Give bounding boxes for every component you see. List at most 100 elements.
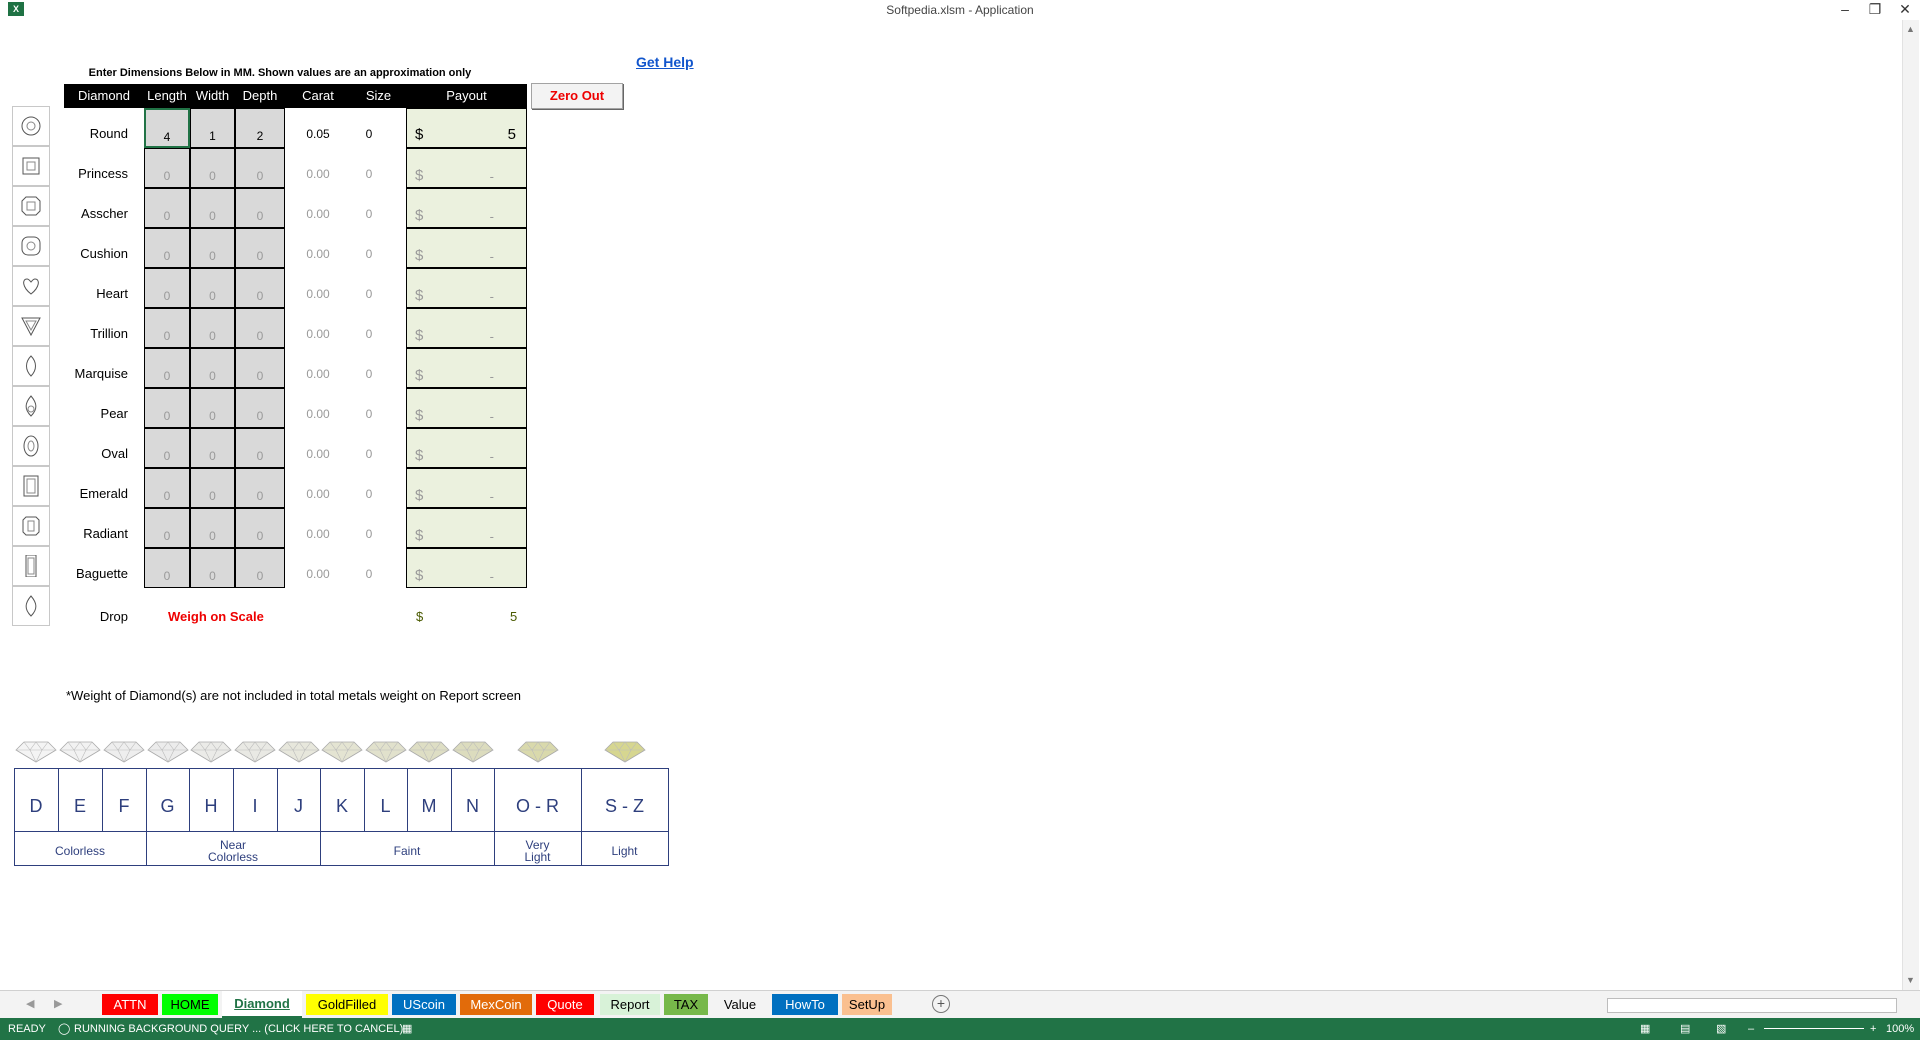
sheet-tab-attn[interactable]: ATTN [102, 994, 158, 1015]
heart-shape-icon[interactable] [12, 266, 50, 306]
depth-input[interactable]: 2 [235, 108, 285, 148]
get-help-link[interactable]: Get Help [636, 54, 694, 70]
oval-shape-icon[interactable] [12, 426, 50, 466]
payout-dollar-sign: $ [415, 247, 424, 264]
width-input[interactable]: 0 [190, 388, 235, 428]
length-input[interactable]: 0 [144, 348, 190, 388]
width-input[interactable]: 0 [190, 308, 235, 348]
zoom-slider[interactable] [1764, 1028, 1864, 1029]
trillion-shape-icon[interactable] [12, 306, 50, 346]
horizontal-scrollbar[interactable] [1607, 998, 1897, 1013]
zero-out-button[interactable]: Zero Out [531, 83, 623, 109]
baguette-shape-icon[interactable] [12, 546, 50, 586]
payout-value: - [489, 289, 494, 304]
diamond-gem-icon [364, 741, 407, 763]
depth-input[interactable]: 0 [235, 428, 285, 468]
length-input[interactable]: 0 [144, 268, 190, 308]
diamond-name: Marquise [74, 366, 128, 381]
sheet-tab-howto[interactable]: HowTo [772, 994, 838, 1015]
depth-input[interactable]: 0 [235, 188, 285, 228]
width-input[interactable]: 1 [190, 108, 235, 148]
minimize-button[interactable]: – [1832, 0, 1858, 20]
diamond-gem-icon [234, 741, 276, 763]
payout-dollar-sign: $ [415, 126, 424, 143]
length-input[interactable]: 0 [144, 228, 190, 268]
width-input[interactable]: 0 [190, 188, 235, 228]
close-button[interactable]: ✕ [1892, 0, 1918, 20]
width-input[interactable]: 0 [190, 268, 235, 308]
drop-shape-icon[interactable] [12, 586, 50, 626]
payout-dollar-sign: $ [415, 167, 424, 184]
next-sheet-icon[interactable]: ▶ [54, 997, 62, 1010]
carat-value: 0.00 [306, 487, 330, 501]
grade-category-label: Light [581, 845, 668, 857]
sheet-tab-goldfilled[interactable]: GoldFilled [306, 994, 388, 1015]
round-shape-icon[interactable] [12, 106, 50, 146]
cushion-shape-icon[interactable] [12, 226, 50, 266]
marquise-shape-icon[interactable] [12, 346, 50, 386]
asscher-shape-icon[interactable] [12, 186, 50, 226]
restore-button[interactable]: ❐ [1862, 0, 1888, 20]
length-input[interactable]: 0 [144, 508, 190, 548]
length-input[interactable]: 0 [144, 468, 190, 508]
grade-category-label: Very Light [494, 839, 581, 863]
princess-shape-icon[interactable] [12, 146, 50, 186]
length-input[interactable]: 0 [144, 188, 190, 228]
sheet-tab-tax[interactable]: TAX [664, 994, 708, 1015]
macro-record-icon[interactable]: ▦ [402, 1018, 412, 1040]
add-sheet-icon[interactable]: + [932, 995, 950, 1013]
background-query-status[interactable]: RUNNING BACKGROUND QUERY ... (CLICK HERE… [74, 1018, 403, 1040]
length-input[interactable]: 4 [144, 108, 190, 148]
length-input[interactable]: 0 [144, 428, 190, 468]
payout-dollar-sign: $ [415, 447, 424, 464]
page-layout-icon[interactable]: ▤ [1680, 1018, 1690, 1040]
emerald-shape-icon[interactable] [12, 466, 50, 506]
header-diamond: Diamond [64, 84, 144, 108]
depth-input[interactable]: 0 [235, 228, 285, 268]
depth-input[interactable]: 0 [235, 308, 285, 348]
depth-input[interactable]: 0 [235, 268, 285, 308]
vertical-scrollbar[interactable]: ▲ ▼ [1902, 20, 1919, 990]
scroll-down-icon[interactable]: ▼ [1906, 975, 1915, 985]
pear-shape-icon[interactable] [12, 386, 50, 426]
page-break-icon[interactable]: ▧ [1716, 1018, 1726, 1040]
prev-sheet-icon[interactable]: ◀ [26, 997, 34, 1010]
sheet-tab-mexcoin[interactable]: MexCoin [460, 994, 532, 1015]
width-input[interactable]: 0 [190, 228, 235, 268]
sheet-tab-home[interactable]: HOME [162, 994, 218, 1015]
depth-input[interactable]: 0 [235, 508, 285, 548]
depth-input[interactable]: 0 [235, 148, 285, 188]
width-input[interactable]: 0 [190, 148, 235, 188]
radiant-shape-icon[interactable] [12, 506, 50, 546]
sheet-tab-report[interactable]: Report [600, 994, 660, 1015]
zoom-in-icon[interactable]: + [1870, 1018, 1876, 1040]
carat-value: 0.05 [306, 127, 330, 141]
depth-input[interactable]: 0 [235, 468, 285, 508]
length-input[interactable]: 0 [144, 388, 190, 428]
depth-input[interactable]: 0 [235, 348, 285, 388]
drop-label: Drop [99, 609, 128, 624]
sheet-tab-setup[interactable]: SetUp [842, 994, 892, 1015]
sheet-tab-uscoin[interactable]: UScoin [392, 994, 456, 1015]
width-input[interactable]: 0 [190, 468, 235, 508]
width-input[interactable]: 0 [190, 348, 235, 388]
worksheet[interactable]: Enter Dimensions Below in MM. Shown valu… [0, 20, 1900, 990]
grade-letter: I [252, 796, 258, 816]
depth-input[interactable]: 0 [235, 548, 285, 588]
length-input[interactable]: 0 [144, 148, 190, 188]
grade-letter: D [29, 796, 43, 816]
scroll-up-icon[interactable]: ▲ [1906, 24, 1915, 34]
length-input[interactable]: 0 [144, 308, 190, 348]
length-input[interactable]: 0 [144, 548, 190, 588]
diamond-gem-icon [516, 741, 559, 763]
zoom-out-icon[interactable]: – [1748, 1018, 1754, 1040]
sheet-tab-quote[interactable]: Quote [536, 994, 594, 1015]
payout-value: - [489, 169, 494, 184]
depth-input[interactable]: 0 [235, 388, 285, 428]
width-input[interactable]: 0 [190, 508, 235, 548]
sheet-tab-diamond[interactable]: Diamond [222, 991, 302, 1018]
normal-view-icon[interactable]: ▦ [1640, 1018, 1650, 1040]
width-input[interactable]: 0 [190, 428, 235, 468]
width-input[interactable]: 0 [190, 548, 235, 588]
sheet-tab-value[interactable]: Value [712, 994, 768, 1015]
